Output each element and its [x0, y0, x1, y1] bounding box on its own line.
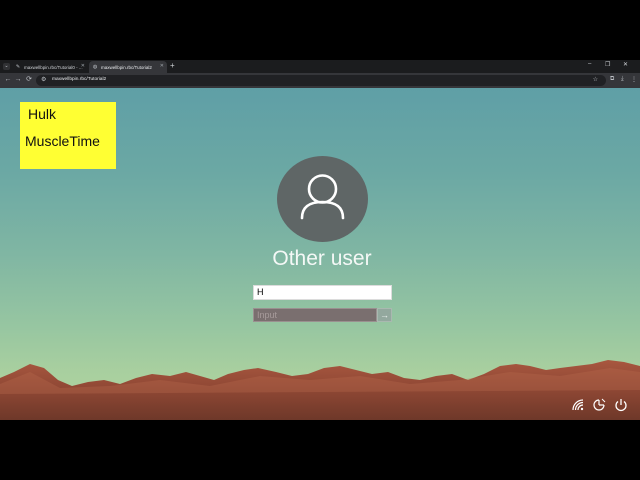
- tab-strip: ⌄ ✎ maxwellbpin.rbc/Tutorial0 - ... ✕ ◍ …: [0, 60, 640, 73]
- tab-title: maxwellbpin.rbc/Tutorial2: [101, 64, 152, 70]
- globe-icon: ◍: [92, 64, 98, 70]
- submit-arrow-button[interactable]: →: [377, 308, 392, 322]
- mountain-silhouette: [0, 360, 640, 420]
- tab-tutorial2[interactable]: ◍ maxwellbpin.rbc/Tutorial2 ✕: [89, 61, 167, 73]
- chevron-down-icon[interactable]: ⌄: [3, 63, 10, 70]
- screen: ⌄ ✎ maxwellbpin.rbc/Tutorial0 - ... ✕ ◍ …: [0, 0, 640, 480]
- new-tab-button[interactable]: +: [170, 61, 175, 70]
- note-line-2: MuscleTime: [25, 133, 100, 149]
- network-icon[interactable]: [571, 398, 585, 412]
- username-input[interactable]: H: [253, 285, 392, 300]
- site-info-icon[interactable]: ⚙: [41, 76, 46, 83]
- url-text: maxwellbpin.rbc/Tutorial2: [52, 77, 107, 82]
- note-line-1: Hulk: [28, 106, 57, 122]
- download-icon[interactable]: ⤓: [621, 76, 624, 83]
- bookmark-star-icon[interactable]: ☆: [593, 76, 598, 83]
- power-icon[interactable]: [614, 398, 628, 412]
- accessibility-icon[interactable]: [592, 398, 606, 412]
- tab-title: maxwellbpin.rbc/Tutorial0 - ...: [24, 64, 83, 70]
- sticky-note: Hulk MuscleTime: [20, 102, 116, 169]
- menu-icon[interactable]: ⋮: [631, 76, 637, 83]
- address-bar[interactable]: ⚙ maxwellbpin.rbc/Tutorial2 ☆: [36, 75, 606, 86]
- password-input[interactable]: Input: [253, 308, 377, 322]
- forward-button[interactable]: →: [13, 75, 23, 85]
- close-window-button[interactable]: ✕: [623, 61, 628, 68]
- login-page: Hulk MuscleTime Other user H Input →: [0, 88, 640, 420]
- extensions-icon[interactable]: ⧉: [610, 76, 614, 83]
- tab-tutorial0[interactable]: ✎ maxwellbpin.rbc/Tutorial0 - ... ✕: [12, 61, 88, 73]
- user-avatar: [277, 156, 368, 242]
- reload-button[interactable]: ⟳: [24, 75, 34, 85]
- close-tab-icon[interactable]: ✕: [81, 63, 85, 69]
- browser-toolbar: ← → ⟳ ⚙ maxwellbpin.rbc/Tutorial2 ☆ ⧉ ⤓ …: [0, 73, 640, 88]
- browser-chrome: ⌄ ✎ maxwellbpin.rbc/Tutorial0 - ... ✕ ◍ …: [0, 60, 640, 88]
- close-tab-icon[interactable]: ✕: [160, 63, 164, 69]
- minimize-button[interactable]: –: [588, 61, 591, 67]
- back-button[interactable]: ←: [3, 75, 13, 85]
- user-icon: [300, 174, 345, 220]
- restore-button[interactable]: ❐: [605, 61, 610, 68]
- pen-icon: ✎: [15, 64, 21, 70]
- username-label: Other user: [272, 247, 372, 270]
